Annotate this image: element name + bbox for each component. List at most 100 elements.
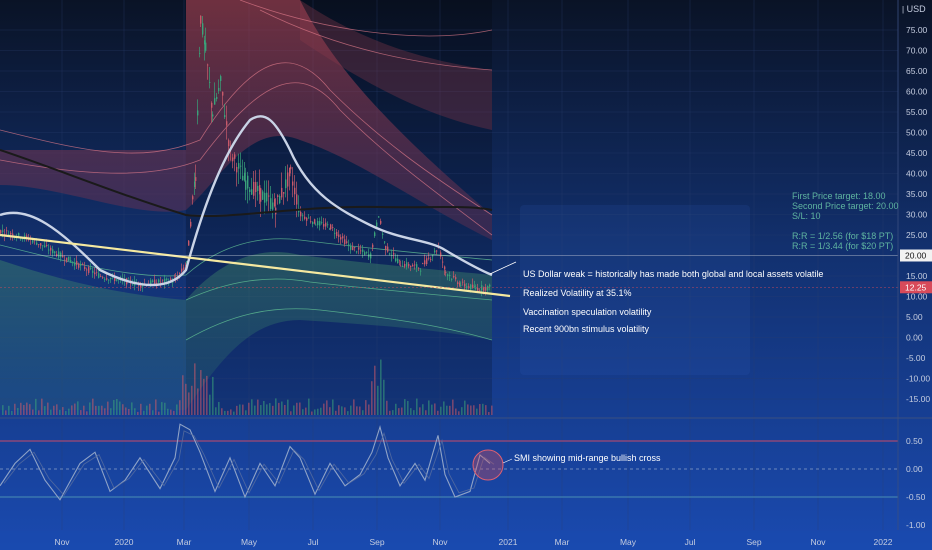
time-axis-label: Mar	[177, 537, 192, 547]
candle-body	[395, 258, 397, 262]
candle-body	[84, 266, 86, 270]
candle-body	[424, 260, 426, 265]
candle-body	[44, 245, 46, 248]
candle-body	[418, 267, 420, 269]
candle-body	[272, 202, 274, 210]
candle-body	[18, 233, 20, 236]
candle-body	[283, 192, 285, 194]
volume-bar	[14, 403, 16, 415]
volume-bar	[281, 401, 283, 415]
candle-body	[220, 76, 222, 81]
candle-body	[106, 278, 108, 280]
second-target-text: Second Price target: 20.00	[792, 201, 899, 211]
volume-bar	[386, 400, 388, 415]
note-smi-cross[interactable]: SMI showing mid-range bullish cross	[514, 453, 661, 463]
candle-body	[312, 222, 314, 225]
volume-bar	[314, 409, 316, 415]
candle-body	[455, 277, 457, 280]
candle-body	[192, 196, 194, 200]
time-axis-label: Nov	[810, 537, 826, 547]
candle-body	[160, 281, 162, 283]
candle-body	[268, 195, 270, 197]
candle-body	[304, 216, 306, 219]
volume-bar	[296, 402, 298, 415]
volume-bar	[398, 408, 400, 415]
candle-body	[72, 261, 74, 264]
candle-body	[434, 250, 436, 253]
volume-bar	[26, 402, 28, 415]
candle-body	[317, 221, 319, 226]
volume-bar	[350, 405, 352, 415]
volume-bar	[47, 402, 49, 415]
candle-body	[6, 230, 8, 232]
price-axis-tick: 75.00	[906, 25, 928, 35]
currency-label[interactable]: | USD	[902, 4, 926, 14]
volume-bar	[254, 405, 256, 415]
candle-body	[374, 232, 376, 237]
price-axis-tick: 70.00	[906, 46, 928, 56]
candle-body	[128, 278, 130, 280]
candle-body	[38, 244, 40, 245]
volume-bar	[383, 379, 385, 415]
candle-body	[195, 177, 197, 181]
candle-body	[68, 256, 70, 261]
volume-bar	[227, 410, 229, 415]
candle-body	[366, 251, 368, 253]
volume-bar	[203, 378, 205, 415]
candle-body	[226, 121, 228, 126]
candle-body	[199, 53, 201, 54]
volume-bar	[98, 405, 100, 415]
volume-bar	[329, 407, 331, 415]
candle-body	[183, 267, 185, 270]
volume-bar	[353, 399, 355, 415]
note-realized-volatility[interactable]: Realized Volatility at 35.1%	[523, 288, 632, 298]
price-axis-tick: 65.00	[906, 66, 928, 76]
candle-body	[242, 175, 244, 181]
volume-bar	[278, 402, 280, 415]
candle-body	[211, 102, 213, 108]
bullish-cross-marker[interactable]	[472, 449, 504, 481]
volume-bar	[110, 408, 112, 415]
volume-bar	[200, 370, 202, 415]
candle-body	[240, 165, 242, 167]
volume-bar	[86, 411, 88, 415]
volume-bar	[74, 403, 76, 415]
price-axis-tick: 50.00	[906, 128, 928, 138]
volume-bar	[209, 394, 211, 415]
candle-body	[352, 246, 354, 251]
candle-body	[308, 217, 310, 219]
candle-body	[78, 263, 80, 268]
candle-body	[207, 64, 209, 66]
volume-bar	[302, 409, 304, 415]
candle-body	[98, 273, 100, 278]
candle-body	[354, 247, 356, 248]
candle-body	[344, 239, 346, 245]
volume-bar	[2, 405, 4, 415]
note-dollar-weak[interactable]: US Dollar weak = historically has made b…	[523, 269, 823, 279]
candle-body	[255, 182, 257, 193]
note-vaccination[interactable]: Vaccination speculation volatility	[523, 307, 651, 317]
risk-reward-1-text: R:R = 1/2.56 (for $18 PT)	[792, 231, 894, 241]
volume-bar	[272, 405, 274, 415]
candle-body	[46, 244, 48, 247]
candle-body	[445, 271, 447, 273]
candle-body	[228, 140, 230, 147]
volume-bar	[32, 409, 34, 415]
candle-body	[158, 279, 160, 283]
candle-body	[32, 240, 34, 243]
candle-body	[332, 227, 334, 229]
volume-bar	[5, 410, 7, 415]
candle-body	[358, 247, 360, 250]
candle-body	[190, 221, 192, 227]
price-targets-annotation[interactable]: First Price target: 18.00 Second Price t…	[792, 191, 899, 251]
volume-bar	[437, 410, 439, 415]
volume-bar	[461, 407, 463, 415]
smi-axis-tick: 0.00	[906, 464, 923, 474]
time-axis-label: Nov	[54, 537, 70, 547]
candle-body	[164, 278, 166, 283]
price-axis-tick: 55.00	[906, 107, 928, 117]
note-stimulus[interactable]: Recent 900bn stimulus volatility	[523, 324, 649, 334]
volume-bar	[152, 410, 154, 415]
candle-body	[487, 286, 489, 291]
volume-bar	[68, 408, 70, 415]
